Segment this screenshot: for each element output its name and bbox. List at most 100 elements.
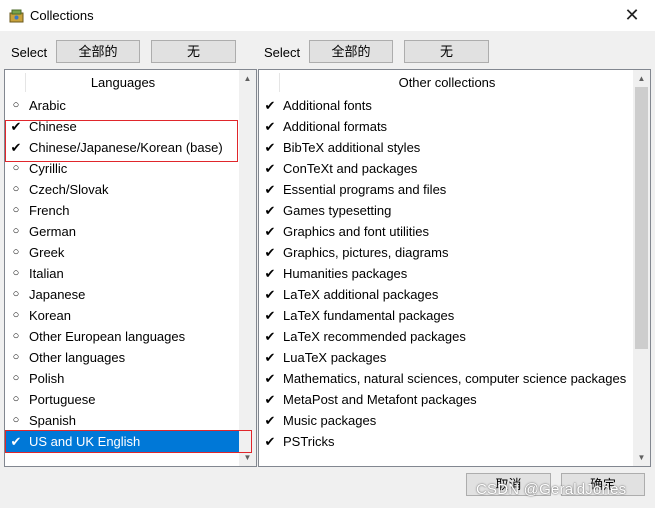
list-item[interactable]: ✔ Graphics and font utilities [259,221,635,242]
list-item-label: Additional fonts [283,98,372,113]
languages-scrollbar[interactable]: ▲ ▼ [239,70,256,466]
circle-icon[interactable]: ○ [9,326,23,347]
list-item[interactable]: ○ Other European languages [5,326,241,347]
checkmark-icon[interactable]: ✔ [263,431,277,452]
list-item[interactable]: ○ Greek [5,242,241,263]
list-item[interactable]: ○ Portuguese [5,389,241,410]
circle-icon[interactable]: ○ [9,410,23,431]
circle-icon[interactable]: ○ [9,95,23,116]
list-item[interactable]: ✔ Games typesetting [259,200,635,221]
circle-icon[interactable]: ○ [9,284,23,305]
languages-header[interactable]: Languages [5,70,241,95]
list-item[interactable]: ✔ Music packages [259,410,635,431]
list-item[interactable]: ✔ LaTeX recommended packages [259,326,635,347]
list-item[interactable]: ✔ Mathematics, natural sciences, computer… [259,368,635,389]
other-collections-scrollbar[interactable]: ▲ ▼ [633,70,650,466]
checkmark-icon[interactable]: ✔ [263,410,277,431]
other-collections-header[interactable]: Other collections [259,70,635,95]
list-item-label: BibTeX additional styles [283,140,421,155]
window-title: Collections [30,8,94,23]
list-item-label: Humanities packages [283,266,408,281]
close-button[interactable]: ✕ [609,0,655,31]
list-item[interactable]: ✔ LaTeX fundamental packages [259,305,635,326]
list-item[interactable]: ✔ Graphics, pictures, diagrams [259,242,635,263]
checkmark-icon[interactable]: ✔ [263,179,277,200]
list-item[interactable]: ✔ BibTeX additional styles [259,137,635,158]
list-item-label: Arabic [29,98,66,113]
left-select-none-button[interactable]: 无 [151,40,236,63]
list-item-label: Polish [29,371,65,386]
checkmark-icon[interactable]: ✔ [263,116,277,137]
title-bar: Collections ✕ [0,0,655,31]
list-item[interactable]: ✔ ConTeXt and packages [259,158,635,179]
list-item-label: Other languages [29,350,126,365]
circle-icon[interactable]: ○ [9,263,23,284]
list-item[interactable]: ✔ Additional fonts [259,95,635,116]
list-item[interactable]: ✔ PSTricks [259,431,635,452]
list-item-label: Greek [29,245,65,260]
close-icon: ✕ [624,5,640,25]
list-item[interactable]: ✔ Essential programs and files [259,179,635,200]
checkmark-icon[interactable]: ✔ [263,326,277,347]
list-item[interactable]: ○ Arabic [5,95,241,116]
list-item-label: Italian [29,266,64,281]
list-item-label: MetaPost and Metafont packages [283,392,477,407]
list-item-label: Portuguese [29,392,96,407]
checkmark-icon[interactable]: ✔ [263,347,277,368]
scroll-down-arrow-icon[interactable]: ▼ [633,449,650,466]
checkmark-icon[interactable]: ✔ [263,305,277,326]
list-item[interactable]: ○ Korean [5,305,241,326]
circle-icon[interactable]: ○ [9,347,23,368]
scroll-up-arrow-icon[interactable]: ▲ [239,70,256,87]
list-item-label: Japanese [29,287,86,302]
circle-icon[interactable]: ○ [9,389,23,410]
list-item-label: Games typesetting [283,203,392,218]
list-item[interactable]: ✔ MetaPost and Metafont packages [259,389,635,410]
checkmark-icon[interactable]: ✔ [263,95,277,116]
checkmark-icon[interactable]: ✔ [263,200,277,221]
list-item[interactable]: ○ Other languages [5,347,241,368]
list-item-label: LaTeX additional packages [283,287,439,302]
list-item[interactable]: ○ Czech/Slovak [5,179,241,200]
checkmark-icon[interactable]: ✔ [263,221,277,242]
list-item-label: German [29,224,76,239]
circle-icon[interactable]: ○ [9,242,23,263]
other-collections-rows: ✔ Additional fonts ✔ Additional formats ✔ Bib… [259,95,635,452]
checkmark-icon[interactable]: ✔ [263,242,277,263]
checkmark-icon[interactable]: ✔ [263,284,277,305]
list-item-label: Music packages [283,413,377,428]
circle-icon[interactable]: ○ [9,221,23,242]
checkmark-icon[interactable]: ✔ [263,158,277,179]
list-item[interactable]: ○ Italian [5,263,241,284]
list-item[interactable]: ○ Polish [5,368,241,389]
list-item[interactable]: ✔ Humanities packages [259,263,635,284]
list-item[interactable]: ○ German [5,221,241,242]
circle-icon[interactable]: ○ [9,305,23,326]
list-item[interactable]: ✔ LuaTeX packages [259,347,635,368]
scrollbar-thumb[interactable] [635,87,648,349]
circle-icon[interactable]: ○ [9,200,23,221]
app-icon [9,8,24,23]
list-item-label: LuaTeX packages [283,350,387,365]
scroll-up-arrow-icon[interactable]: ▲ [633,70,650,87]
left-select-all-button[interactable]: 全部的 [56,40,140,63]
list-item[interactable]: ○ Spanish [5,410,241,431]
checkmark-icon[interactable]: ✔ [263,389,277,410]
list-item[interactable]: ✔ LaTeX additional packages [259,284,635,305]
list-item[interactable]: ○ Japanese [5,284,241,305]
list-item[interactable]: ○ French [5,200,241,221]
checkmark-icon[interactable]: ✔ [263,263,277,284]
circle-icon[interactable]: ○ [9,368,23,389]
other-collections-list[interactable]: Other collections ✔ Additional fonts ✔ Addi… [258,69,651,467]
list-item-label: Other European languages [29,329,186,344]
circle-icon[interactable]: ○ [9,179,23,200]
checkmark-icon[interactable]: ✔ [263,368,277,389]
list-item[interactable]: ✔ Additional formats [259,116,635,137]
list-item-label: French [29,203,70,218]
checkmark-icon[interactable]: ✔ [263,137,277,158]
right-select-all-button[interactable]: 全部的 [309,40,393,63]
highlight-box-chinese [5,120,238,162]
list-item-label: Mathematics, natural sciences, computer … [283,371,627,386]
right-select-none-button[interactable]: 无 [404,40,489,63]
right-select-label: Select [264,45,301,60]
